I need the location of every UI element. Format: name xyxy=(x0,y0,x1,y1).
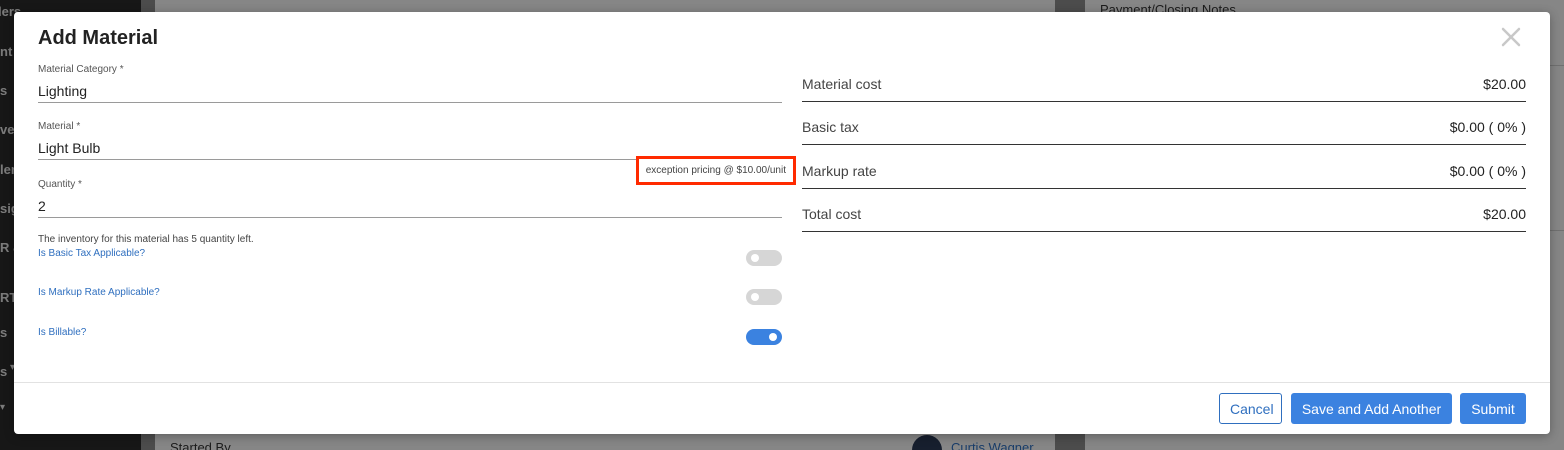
field-label: Quantity * xyxy=(38,179,82,190)
basic-tax-toggle[interactable] xyxy=(746,250,782,266)
close-icon xyxy=(1501,27,1521,47)
modal-header: Add Material xyxy=(14,12,1550,64)
cost-value: $0.00 ( 0% ) xyxy=(1449,163,1526,179)
quantity-input[interactable] xyxy=(38,195,782,217)
cost-label: Material cost xyxy=(802,76,882,92)
submit-button[interactable]: Submit xyxy=(1460,393,1526,424)
field-label: Material * xyxy=(38,121,81,132)
cost-row-total: Total cost $20.00 xyxy=(802,202,1526,232)
add-material-modal: Add Material Material Category * Materia… xyxy=(14,12,1550,434)
toggle-label: Is Markup Rate Applicable? xyxy=(38,287,160,298)
quantity-field: Quantity * xyxy=(38,179,782,218)
modal-title: Add Material xyxy=(38,27,159,49)
toggle-label: Is Billable? xyxy=(38,327,87,338)
material-field: Material * xyxy=(38,121,782,160)
cost-label: Total cost xyxy=(802,206,862,222)
cost-row-basic-tax: Basic tax $0.00 ( 0% ) xyxy=(802,115,1526,145)
toggle-row-basic-tax: Is Basic Tax Applicable? xyxy=(38,248,782,270)
cost-label: Markup rate xyxy=(802,163,877,179)
field-label: Material Category * xyxy=(38,64,124,75)
inventory-hint: The inventory for this material has 5 qu… xyxy=(38,234,254,245)
material-category-field: Material Category * xyxy=(38,64,782,103)
cost-label: Basic tax xyxy=(802,119,859,135)
toggle-row-markup-rate: Is Markup Rate Applicable? xyxy=(38,287,782,309)
cost-value: $20.00 xyxy=(1483,76,1526,92)
close-button[interactable] xyxy=(1500,26,1522,48)
toggle-row-billable: Is Billable? xyxy=(38,327,782,349)
billable-toggle[interactable] xyxy=(746,329,782,345)
cancel-button[interactable]: Cancel xyxy=(1219,393,1282,424)
cost-row-markup-rate: Markup rate $0.00 ( 0% ) xyxy=(802,159,1526,189)
markup-rate-toggle[interactable] xyxy=(746,289,782,305)
toggle-label: Is Basic Tax Applicable? xyxy=(38,248,146,259)
material-category-input[interactable] xyxy=(38,80,782,102)
cost-value: $20.00 xyxy=(1483,206,1526,222)
cost-value: $0.00 ( 0% ) xyxy=(1449,119,1526,135)
cost-row-material: Material cost $20.00 xyxy=(802,72,1526,102)
save-and-add-another-button[interactable]: Save and Add Another xyxy=(1291,393,1452,424)
modal-footer: Cancel Save and Add Another Submit xyxy=(14,382,1550,434)
